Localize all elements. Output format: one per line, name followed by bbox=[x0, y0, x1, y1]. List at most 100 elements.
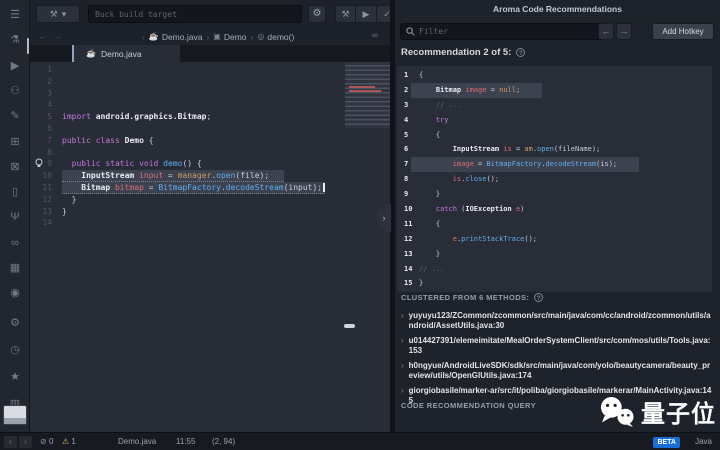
code-token: android.graphics.Bitmap bbox=[96, 112, 207, 121]
run-icon: ▶ bbox=[363, 9, 370, 19]
nav-forward-button[interactable]: → bbox=[51, 30, 64, 43]
line-number: 8 bbox=[30, 147, 62, 159]
line-number: 6 bbox=[30, 123, 62, 135]
filter-field[interactable] bbox=[400, 23, 606, 40]
statusbar-filename[interactable]: Demo.java bbox=[118, 433, 156, 450]
statusbar-forward-button[interactable]: › bbox=[19, 436, 32, 448]
breadcrumb-label: Demo bbox=[224, 32, 247, 42]
code-token: Bitmap bbox=[436, 86, 466, 94]
link-icon[interactable]: ∞ bbox=[372, 30, 378, 40]
remote-link-icon[interactable]: ∞ bbox=[0, 232, 30, 254]
selection-info: (2, 94) bbox=[212, 433, 235, 450]
code-token: input bbox=[139, 171, 168, 180]
settings-gear-icon[interactable]: ⚙ bbox=[0, 312, 30, 334]
code-token: catch bbox=[436, 205, 461, 213]
help-icon[interactable]: ? bbox=[516, 48, 525, 57]
build-settings-gear-button[interactable]: ⚙ bbox=[308, 5, 326, 23]
line-number: 12 bbox=[397, 232, 411, 247]
code-line: 13 } bbox=[397, 247, 712, 262]
code-line: 14 bbox=[30, 217, 390, 229]
breadcrumb-item-demo-[interactable]: ◎demo() bbox=[257, 32, 294, 42]
scrollbar-thumb[interactable] bbox=[344, 324, 355, 328]
minimap[interactable] bbox=[345, 62, 390, 128]
method-reference-link[interactable]: ›yuyuyu123/ZCommon/zcommon/src/main/java… bbox=[401, 311, 714, 330]
code-token: // ... bbox=[419, 265, 444, 273]
edit-icon[interactable]: ✎ bbox=[0, 105, 30, 127]
console-window-icon[interactable]: ⊠ bbox=[0, 156, 30, 178]
recommended-code-block[interactable]: 1{2 Bitmap image = null;3 // ...4 try5 {… bbox=[397, 66, 712, 292]
health-check-icon[interactable]: ◷ bbox=[0, 339, 30, 361]
code-line-text: } bbox=[62, 206, 67, 218]
recommendation-label: Recommendation 2 of 5: bbox=[401, 47, 511, 58]
error-count[interactable]: ⊘ 0 bbox=[40, 433, 53, 450]
code-line: 8 is.close(); bbox=[397, 172, 712, 187]
code-token: public static bbox=[72, 159, 139, 168]
build-icon: ⚒ bbox=[50, 9, 58, 20]
terminal-window-icon[interactable]: ⊞ bbox=[0, 131, 30, 153]
code-line: 6 InputStream is = am.open(fileName); bbox=[397, 142, 712, 157]
prev-recommendation-button[interactable]: ← bbox=[598, 23, 614, 40]
code-token bbox=[62, 159, 72, 168]
build-tools-button[interactable]: ⚒ bbox=[335, 5, 356, 23]
line-number: 5 bbox=[397, 128, 411, 143]
add-hotkey-button[interactable]: Add Hotkey bbox=[652, 23, 714, 40]
statusbar-back-button[interactable]: ‹ bbox=[4, 436, 17, 448]
code-editor[interactable]: 12345import android.graphics.Bitmap;67pu… bbox=[30, 62, 390, 432]
buck-build-target-input[interactable] bbox=[88, 5, 302, 23]
breadcrumb-item-demo-java[interactable]: ☕Demo.java bbox=[149, 32, 203, 42]
package-icon[interactable]: ▦ bbox=[0, 257, 30, 279]
arrow-left-icon: ← bbox=[38, 31, 47, 41]
no-error-icon: ⊘ bbox=[40, 437, 47, 446]
warning-count[interactable]: ⚠ 1 bbox=[62, 433, 76, 450]
tab-demo-java[interactable]: ☕ Demo.java bbox=[72, 45, 180, 62]
code-token: is bbox=[503, 145, 516, 153]
line-number: 8 bbox=[397, 172, 411, 187]
git-branch-icon[interactable]: Ψ bbox=[0, 206, 30, 228]
code-line-text: catch (IOException e) bbox=[411, 202, 524, 217]
language-indicator[interactable]: Java bbox=[695, 433, 712, 450]
chevron-right-icon: › bbox=[24, 437, 27, 446]
breadcrumb-item-demo[interactable]: ▣Demo bbox=[213, 32, 246, 42]
search-icon bbox=[406, 27, 415, 36]
lightbulb-icon[interactable] bbox=[34, 158, 44, 168]
debug-robot-icon[interactable]: ⚇ bbox=[0, 80, 30, 102]
code-line-text: Bitmap image = null; bbox=[411, 83, 542, 98]
run-icon[interactable]: ▶ bbox=[0, 55, 30, 77]
file-tree-icon[interactable]: ☰ bbox=[0, 4, 30, 26]
next-recommendation-button[interactable]: → bbox=[616, 23, 632, 40]
code-token bbox=[419, 145, 453, 153]
code-token: import bbox=[62, 112, 96, 121]
line-number: 3 bbox=[397, 98, 411, 113]
beta-badge: BETA bbox=[653, 437, 680, 448]
editor-tab-bar: ☕ Demo.java bbox=[30, 45, 390, 62]
left-icon-sidebar: ☰⚗▶⚇✎⊞⊠▯Ψ∞▦◉ ⚙◷★▥ bbox=[0, 0, 30, 432]
favorites-star-icon[interactable]: ★ bbox=[0, 366, 30, 388]
code-token: } bbox=[419, 190, 440, 198]
filter-input[interactable] bbox=[419, 27, 600, 36]
status-bar: ‹ › ⊘ 0 ⚠ 1 Demo.java 11:55 (2, 94) BETA… bbox=[0, 432, 720, 450]
code-token: (input); bbox=[284, 183, 323, 192]
chevron-right-icon: › bbox=[401, 336, 404, 355]
screenshot-thumbnail[interactable] bbox=[3, 405, 27, 425]
code-line: 15} bbox=[397, 276, 712, 291]
run-button[interactable]: ▶ bbox=[356, 5, 377, 23]
cursor-position[interactable]: 11:55 bbox=[176, 433, 195, 450]
method-reference-link[interactable]: ›h0ngyue/AndroidLiveSDK/sdk/src/main/jav… bbox=[401, 361, 714, 380]
line-number: 13 bbox=[30, 206, 62, 218]
test-flask-icon[interactable]: ⚗ bbox=[0, 29, 30, 51]
aroma-panel: Aroma Code Recommendations ← → Add Hotke… bbox=[395, 0, 720, 432]
code-token: } bbox=[62, 207, 67, 216]
recommendation-counter: Recommendation 2 of 5: ? bbox=[401, 47, 525, 58]
method-path: yuyuyu123/ZCommon/zcommon/src/main/java/… bbox=[409, 311, 714, 330]
code-token: Demo bbox=[125, 136, 144, 145]
code-line-text: } bbox=[411, 187, 440, 202]
watcher-eye-icon[interactable]: ◉ bbox=[0, 282, 30, 304]
device-icon[interactable]: ▯ bbox=[0, 181, 30, 203]
help-icon[interactable]: ? bbox=[534, 293, 543, 302]
method-reference-link[interactable]: ›u014427391/elemeimitate/MealOrderSystem… bbox=[401, 336, 714, 355]
code-token: { bbox=[419, 71, 423, 79]
nav-back-button[interactable]: ← bbox=[36, 30, 49, 43]
code-line-text: import android.graphics.Bitmap; bbox=[62, 111, 211, 123]
line-number: 2 bbox=[397, 83, 411, 98]
build-dropdown-button[interactable]: ⚒ ▾ bbox=[36, 5, 80, 23]
